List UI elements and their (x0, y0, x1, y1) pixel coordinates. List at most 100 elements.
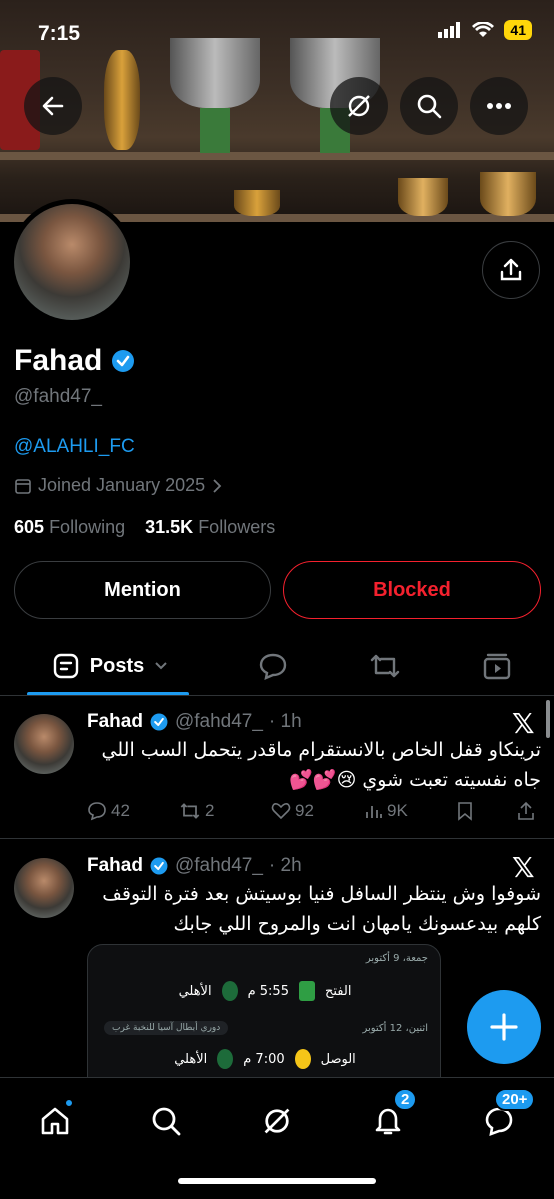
joined-text: Joined January 2025 (38, 475, 206, 495)
repost-icon (370, 654, 400, 678)
post-actions: 42 2 92 9K (87, 801, 541, 827)
profile-name: Fahad (14, 344, 136, 378)
match-away-team: الأهلي (178, 983, 212, 999)
bookmark-action[interactable] (457, 801, 473, 821)
messages-badge: 20+ (494, 1088, 536, 1111)
match-home-team: الوصل (320, 1051, 356, 1067)
joined-date[interactable]: Joined January 2025 (14, 475, 223, 496)
reply-icon (259, 653, 287, 681)
post-header: Fahad @fahd47_ · 2h (87, 855, 302, 877)
search-button[interactable] (400, 77, 458, 135)
match-time: 7:00 م (243, 1051, 285, 1067)
wifi-icon (472, 22, 495, 37)
blocked-button[interactable]: Blocked (283, 561, 541, 619)
views-action[interactable]: 9K (365, 801, 408, 821)
battery-indicator: 41 (504, 20, 532, 40)
follow-stats: 605 Following 31.5K Followers (14, 517, 275, 538)
post-time: · 1h (268, 711, 302, 732)
nav-home[interactable] (28, 1094, 82, 1148)
media-icon (483, 653, 511, 680)
chevron-right-icon (213, 478, 222, 493)
match-time: 5:55 م (247, 983, 289, 999)
team-logo-icon (221, 981, 238, 1001)
home-indicator[interactable] (178, 1178, 376, 1184)
back-button[interactable] (24, 77, 82, 135)
status-icons: 41 (438, 20, 532, 40)
post-item[interactable]: Fahad @fahd47_ · 1h 𝕏 ترينكاو قفل الخاص … (0, 697, 554, 837)
reply-action[interactable]: 42 (87, 801, 130, 821)
status-time: 7:15 (38, 22, 81, 45)
following-link[interactable]: 605 Following (14, 517, 125, 537)
posts-icon (53, 653, 78, 679)
reply-icon (88, 802, 106, 821)
tab-posts-label: Posts (89, 654, 145, 677)
calendar-icon (15, 478, 31, 494)
verified-badge-icon (150, 713, 168, 731)
verified-badge-icon (150, 857, 168, 875)
notifications-badge: 2 (393, 1088, 418, 1111)
post-text: ترينكاو قفل الخاص بالانستقرام ماقدر يتحم… (101, 739, 541, 791)
mention-button[interactable]: Mention (14, 561, 271, 619)
arrow-left-icon (42, 96, 64, 116)
tab-media[interactable] (470, 640, 524, 692)
match-away-team: الأهلي (174, 1051, 208, 1067)
nav-grok[interactable] (250, 1094, 304, 1148)
repost-action[interactable]: 2 (179, 801, 214, 821)
post-author-handle[interactable]: @fahd47_ (175, 855, 263, 877)
compose-button[interactable] (467, 990, 541, 1064)
plus-icon (490, 1013, 518, 1041)
divider (0, 695, 554, 696)
post-avatar[interactable] (14, 714, 74, 774)
post-header: Fahad @fahd47_ · 1h (87, 711, 302, 733)
share-button[interactable] (482, 241, 540, 299)
match-home-team: الفتح (324, 983, 352, 999)
nav-messages[interactable]: 20+ (472, 1088, 536, 1148)
following-count: 605 (14, 517, 45, 537)
trophy-image (480, 172, 536, 216)
bookmark-icon (458, 802, 472, 821)
like-count: 92 (295, 801, 314, 820)
trophy-image (398, 178, 448, 216)
heart-icon (271, 803, 291, 820)
card-match: الوصل 7:00 م الأهلي (88, 1049, 440, 1069)
repost-count: 2 (205, 801, 215, 820)
post-text: شوفوا وش ينتظر السافل فنيا بوسيتش بعد فت… (102, 883, 541, 935)
more-icon (487, 103, 511, 109)
team-logo-icon (298, 981, 315, 1001)
post-avatar[interactable] (14, 858, 74, 918)
followers-link[interactable]: 31.5K Followers (145, 517, 275, 537)
post-author-name[interactable]: Fahad (87, 855, 143, 877)
tab-reposts[interactable] (358, 640, 412, 692)
chevron-down-icon (155, 662, 167, 670)
profile-name-text: Fahad (14, 344, 103, 377)
tab-replies[interactable] (246, 640, 300, 692)
post-author-handle[interactable]: @fahd47_ (175, 711, 263, 733)
team-logo-icon (294, 1049, 311, 1069)
team-logo-icon (217, 1049, 234, 1069)
share-action[interactable] (517, 801, 535, 821)
post-media-card[interactable]: جمعة، 9 أكتوبر الفتح 5:55 م الأهلي اثنين… (87, 944, 441, 1094)
grok-button[interactable] (330, 77, 388, 135)
competition-badge: دوري أبطال آسيا للنخبة غرب (104, 1021, 229, 1035)
post-author-name[interactable]: Fahad (87, 711, 143, 733)
profile-avatar[interactable] (9, 199, 135, 325)
bio-link[interactable]: @ALAHLI_FC (14, 436, 135, 458)
scrollbar[interactable] (546, 700, 550, 738)
reply-count: 42 (111, 801, 130, 820)
trophy-image (104, 50, 140, 150)
card-date: جمعة، 9 أكتوبر (365, 953, 428, 964)
share-icon (518, 801, 534, 820)
tab-posts[interactable]: Posts (40, 640, 180, 692)
view-count: 9K (387, 801, 408, 820)
repost-icon (180, 803, 200, 819)
more-button[interactable] (470, 77, 528, 135)
following-label: Following (49, 517, 126, 537)
followers-label: Followers (198, 517, 276, 537)
avatar-image (14, 204, 130, 320)
nav-search[interactable] (139, 1094, 193, 1148)
nav-notifications[interactable]: 2 (361, 1088, 418, 1148)
views-icon (366, 806, 382, 818)
signal-icon (438, 22, 461, 38)
like-action[interactable]: 92 (271, 801, 314, 821)
grok-icon (264, 1108, 290, 1134)
